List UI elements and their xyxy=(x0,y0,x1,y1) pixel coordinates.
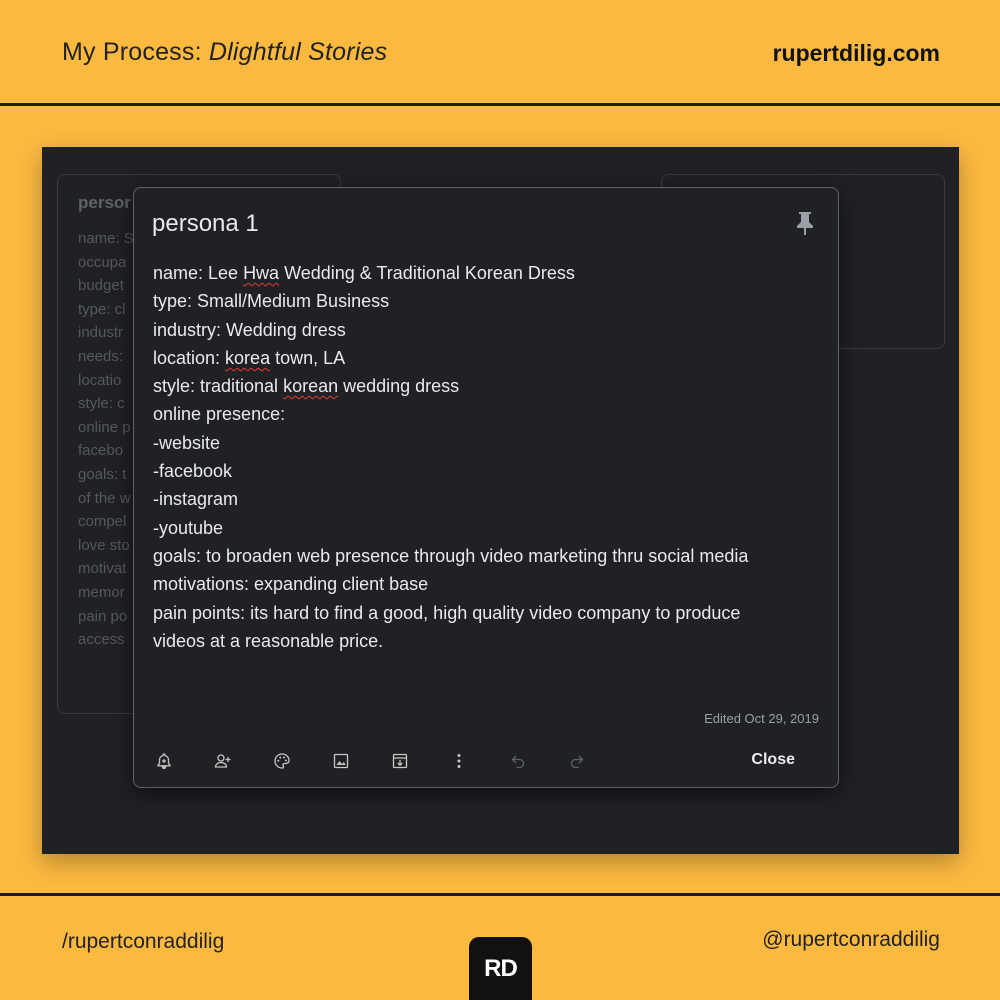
misspelled-word: Hwa xyxy=(243,263,280,283)
background-note-line: locatio xyxy=(78,371,122,389)
page-header-title: My Process: Dlightful Stories xyxy=(62,38,387,67)
misspelled-word: korea xyxy=(225,347,271,368)
note-text: Wedding & Traditional Korean Dress xyxy=(279,263,575,283)
pin-icon[interactable] xyxy=(794,210,816,236)
note-line-pain-points: pain points: its hard to find a good, hi… xyxy=(153,602,741,623)
note-text: wedding dress xyxy=(338,376,460,397)
more-icon[interactable] xyxy=(447,749,471,773)
background-note-line: type: cl xyxy=(78,300,126,318)
note-text: town, LA xyxy=(270,347,346,368)
edited-timestamp: Edited Oct 29, 2019 xyxy=(704,711,819,726)
background-note-line: access xyxy=(78,631,125,649)
footer-divider xyxy=(0,893,1000,896)
background-note-line: name: S xyxy=(78,230,134,247)
note-line-website: -website xyxy=(153,432,221,453)
header-title-prefix: My Process: xyxy=(62,38,209,66)
header-divider xyxy=(0,103,1000,106)
background-note-line: industr xyxy=(78,324,124,342)
background-note-line: pain po xyxy=(78,607,128,625)
note-text: style: traditional xyxy=(153,376,284,397)
background-note-line: facebo xyxy=(78,442,124,460)
note-line-instagram: -instagram xyxy=(153,489,239,510)
note-line-location: location: korea town, LA xyxy=(153,344,823,372)
rd-logo: RD xyxy=(469,937,532,1000)
note-line-motivations: motivations: expanding client base xyxy=(153,574,429,595)
background-note-lines: name: S occupa budget type: cl industr n… xyxy=(78,227,134,652)
background-note-title: persor xyxy=(78,193,131,212)
note-line-presence: online presence: xyxy=(153,404,286,425)
note-line-type: type: Small/Medium Business xyxy=(153,291,390,312)
background-note-line: online p xyxy=(78,418,131,436)
palette-icon[interactable] xyxy=(270,749,294,773)
note-title[interactable]: persona 1 xyxy=(152,210,259,238)
header-title-italic: Dlightful Stories xyxy=(208,38,388,66)
note-toolbar: Close xyxy=(152,749,822,773)
footer-handle-left: /rupertconraddilig xyxy=(62,930,225,953)
note-body[interactable]: name: Lee Hwa Wedding & Traditional Kore… xyxy=(153,259,823,655)
note-line-pain-points-cont: videos at a reasonable price. xyxy=(153,630,384,651)
undo-icon[interactable] xyxy=(506,749,530,773)
archive-icon[interactable] xyxy=(388,749,412,773)
background-note-line: motivat xyxy=(78,560,127,578)
note-line-name: name: Lee Hwa Wedding & Traditional Kore… xyxy=(153,259,823,287)
background-note-line: budget xyxy=(78,277,124,295)
background-note-line: love sto xyxy=(78,536,130,554)
close-button[interactable]: Close xyxy=(751,751,795,769)
note-editor-dialog: persona 1 name: Lee Hwa Wedding & Tradit… xyxy=(133,187,839,788)
note-line-facebook: -facebook xyxy=(153,461,233,482)
footer-handle-right: @rupertconraddilig xyxy=(762,928,940,951)
note-text: name: Lee xyxy=(153,263,244,283)
note-line-goals: goals: to broaden web presence through v… xyxy=(153,545,749,566)
background-note-line: needs: xyxy=(78,347,124,365)
background-note-line: of the w xyxy=(78,489,131,507)
reminder-icon[interactable] xyxy=(152,749,176,773)
background-note-line: compel xyxy=(78,513,127,531)
background-note-line: goals: t xyxy=(78,465,127,483)
background-note-line: memor xyxy=(78,583,125,601)
note-text: location: xyxy=(153,347,226,368)
site-url: rupertdilig.com xyxy=(772,40,940,66)
note-line-style: style: traditional korean wedding dress xyxy=(153,372,823,400)
collaborator-icon[interactable] xyxy=(211,749,235,773)
misspelled-word: korean xyxy=(283,376,339,397)
background-note-line: style: c xyxy=(78,395,125,413)
image-icon[interactable] xyxy=(329,749,353,773)
background-note-line: occupa xyxy=(78,253,127,271)
note-line-youtube: -youtube xyxy=(153,517,224,538)
redo-icon[interactable] xyxy=(565,749,589,773)
note-line-industry: industry: Wedding dress xyxy=(153,319,346,340)
